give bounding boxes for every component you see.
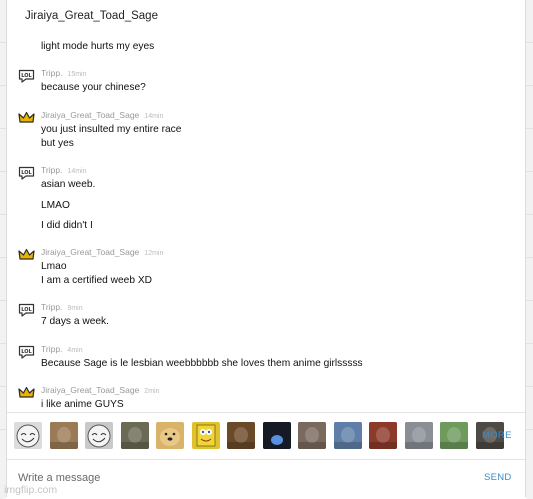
background-tick — [526, 171, 533, 172]
message-author[interactable]: Tripp. — [41, 302, 62, 312]
background-tick — [526, 214, 533, 215]
meme-bar — [7, 413, 525, 459]
trollface-meme[interactable] — [14, 422, 42, 449]
person-meme[interactable] — [227, 422, 255, 449]
message-time: 14min — [144, 113, 164, 120]
background-tick — [526, 128, 533, 129]
message-text: Lmao — [41, 261, 67, 272]
message-text: because your chinese? — [41, 82, 146, 93]
message-time: 15min — [67, 71, 87, 78]
background-tick — [526, 386, 533, 387]
message-meta: Tripp. 9min — [41, 302, 83, 312]
background-tick — [526, 257, 533, 258]
message-author[interactable]: Jiraiya_Great_Toad_Sage — [41, 385, 139, 395]
message-list[interactable]: light mode hurts my eyes LOL Tripp. 15min b… — [7, 0, 525, 412]
message-time: 14min — [67, 168, 87, 175]
message-text: 7 days a week. — [41, 316, 109, 327]
more-memes-button[interactable]: MORE — [482, 430, 512, 441]
message-time: 12min — [144, 250, 164, 257]
message-input[interactable] — [18, 470, 448, 486]
lol-speech-bubble-icon: LOL — [18, 303, 35, 317]
message-meta: Tripp. 4min — [41, 344, 83, 354]
message-meta: Tripp. 15min — [41, 68, 87, 78]
woman-meme[interactable] — [298, 422, 326, 449]
message-meta: Jiraiya_Great_Toad_Sage 12min — [41, 247, 163, 257]
message-author[interactable]: Tripp. — [41, 165, 62, 175]
background-tick — [526, 343, 533, 344]
message-time: 9min — [67, 305, 83, 312]
message-author[interactable]: Jiraiya_Great_Toad_Sage — [41, 247, 139, 257]
message-text: but yes — [41, 137, 74, 149]
background-tick — [526, 429, 533, 430]
blue-dark-meme[interactable] — [262, 422, 291, 449]
svg-text:LOL: LOL — [21, 170, 32, 176]
spongebob-meme[interactable] — [191, 422, 220, 449]
svg-text:LOL: LOL — [21, 349, 32, 355]
message-meta: Jiraiya_Great_Toad_Sage 14min — [41, 110, 163, 120]
message-author[interactable]: Tripp. — [41, 344, 62, 354]
send-button[interactable]: SEND — [484, 472, 512, 483]
background-tick — [526, 300, 533, 301]
green-sky-meme[interactable] — [440, 422, 468, 449]
message-text: LMAO — [41, 199, 70, 211]
intro-message: light mode hurts my eyes — [41, 41, 155, 52]
message-author[interactable]: Jiraiya_Great_Toad_Sage — [41, 110, 139, 120]
message-text: Because Sage is le lesbian weebbbbbb she… — [41, 358, 363, 369]
doge-meme[interactable] — [156, 422, 184, 449]
message-meta: Tripp. 14min — [41, 165, 87, 175]
lol-speech-bubble-icon: LOL — [18, 69, 35, 83]
message-text: I did didn't I — [41, 220, 93, 231]
red-meme[interactable] — [369, 422, 397, 449]
background-tick — [526, 85, 533, 86]
message-text: you just insulted my entire race — [41, 124, 182, 135]
crown-icon — [18, 111, 35, 125]
background-right-strip — [526, 0, 533, 499]
lol-speech-bubble-icon: LOL — [18, 345, 35, 359]
troll-face-meme[interactable] — [85, 422, 113, 449]
crown-icon — [18, 386, 35, 400]
message-time: 4min — [67, 347, 83, 354]
message-text: I am a certified weeb XD — [41, 274, 152, 286]
svg-text:LOL: LOL — [21, 307, 32, 313]
message-text: asian weeb. — [41, 179, 96, 190]
background-tick — [526, 42, 533, 43]
crowd-meme[interactable] — [404, 422, 433, 449]
message-time: 2min — [144, 388, 160, 395]
message-author[interactable]: Tripp. — [41, 68, 62, 78]
compose-top-divider — [7, 459, 525, 460]
message-text: i like anime GUYS — [41, 399, 124, 410]
doge-dark-meme[interactable] — [120, 422, 149, 449]
lol-speech-bubble-icon: LOL — [18, 166, 35, 180]
sky-meme[interactable] — [333, 422, 362, 449]
jesus-meme[interactable] — [49, 422, 78, 449]
watermark: imgflip.com — [4, 484, 58, 496]
message-meta: Jiraiya_Great_Toad_Sage 2min — [41, 385, 159, 395]
crown-icon — [18, 248, 35, 262]
chat-panel: Jiraiya_Great_Toad_Sage light mode hurts… — [6, 0, 526, 497]
svg-text:LOL: LOL — [21, 73, 32, 79]
